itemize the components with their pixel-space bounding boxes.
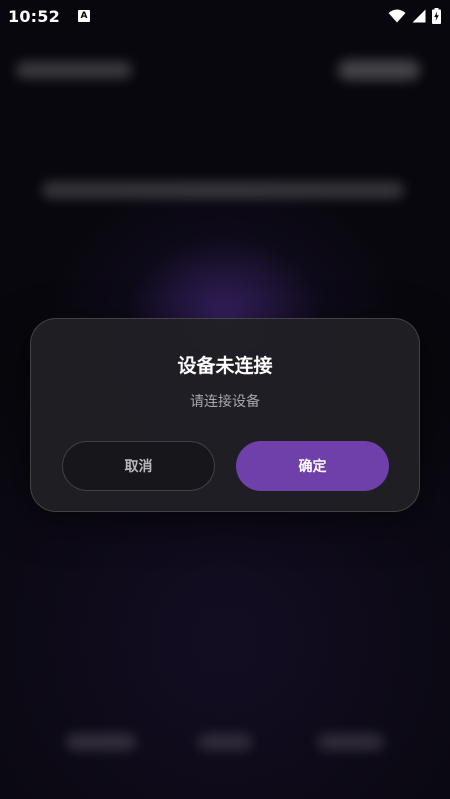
signal-icon — [412, 9, 426, 23]
cancel-button[interactable]: 取消 — [62, 441, 215, 491]
app-screen: 10:52 A 设备未连接 请连接设备 取消 确定 — [0, 0, 450, 799]
dialog-title: 设备未连接 — [177, 355, 273, 377]
notification-icon: A — [77, 10, 90, 22]
blurred-nav-item — [318, 734, 384, 750]
status-time: 10:52 — [8, 6, 60, 26]
device-not-connected-dialog: 设备未连接 请连接设备 取消 确定 — [30, 318, 420, 512]
wifi-icon — [388, 9, 406, 23]
dialog-message: 请连接设备 — [190, 394, 260, 410]
blurred-nav-item — [66, 734, 136, 750]
confirm-button[interactable]: 确定 — [236, 441, 389, 491]
status-bar: 10:52 A — [0, 0, 450, 32]
battery-charging-icon — [432, 8, 441, 24]
blurred-nav-item — [198, 734, 252, 750]
blurred-content-line — [42, 182, 404, 198]
blurred-header-left — [16, 62, 132, 78]
status-icons — [388, 8, 441, 24]
blurred-header-right — [338, 60, 420, 80]
